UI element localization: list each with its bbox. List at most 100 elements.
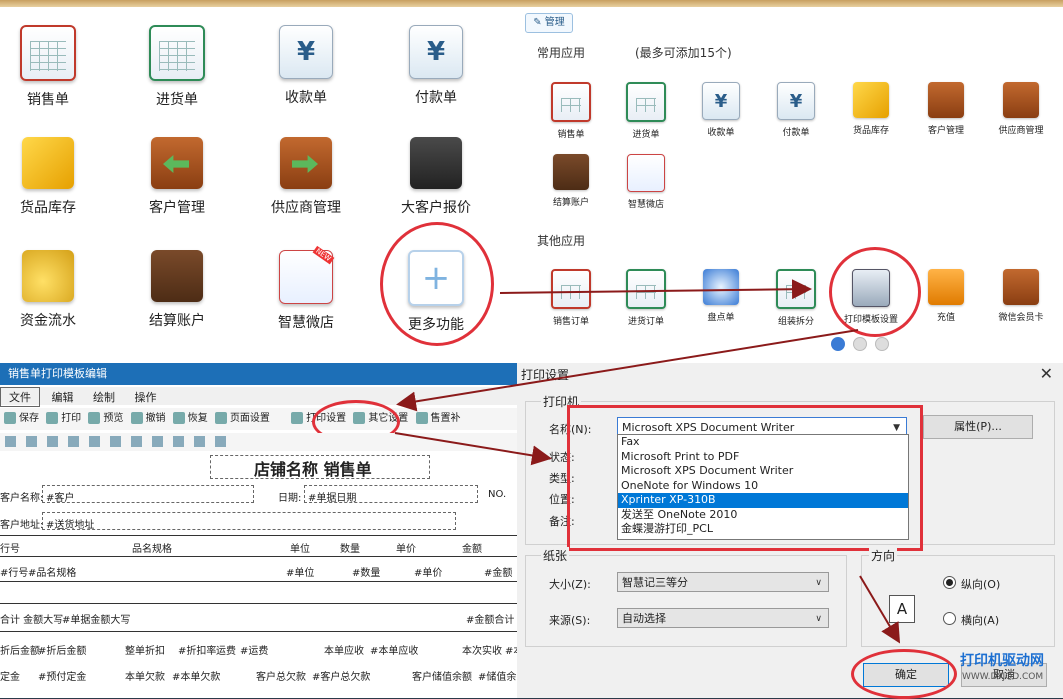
page-dot[interactable] bbox=[875, 337, 889, 351]
common-app[interactable]: ¥ 付款单 bbox=[759, 82, 833, 138]
properties-button[interactable]: 属性(P)... bbox=[923, 415, 1033, 439]
app-label: 客户管理 bbox=[149, 200, 205, 216]
app-label: 盘点单 bbox=[707, 313, 735, 323]
app-vip-quote[interactable]: 大客户报价 bbox=[381, 137, 491, 217]
app-inventory[interactable]: 货品库存 bbox=[0, 137, 103, 217]
other-app[interactable]: 进货订单 bbox=[609, 269, 683, 327]
app-label: 收款单 bbox=[707, 128, 735, 138]
grid-line bbox=[0, 581, 517, 582]
col-header: 单位 bbox=[290, 544, 310, 555]
page-orientation-icon: A bbox=[889, 595, 915, 623]
sales-doc-icon bbox=[20, 25, 76, 81]
app-cash-flow[interactable]: 资金流水 bbox=[0, 250, 103, 330]
purchase-order-icon bbox=[626, 269, 666, 309]
other-app[interactable]: 盘点单 bbox=[684, 269, 758, 323]
app-label: 销售单 bbox=[27, 92, 69, 108]
common-app[interactable]: 销售单 bbox=[534, 82, 608, 140]
undo-button[interactable]: 撤销 bbox=[130, 408, 166, 430]
app-label: 货品库存 bbox=[20, 200, 76, 216]
page-dot[interactable] bbox=[853, 337, 867, 351]
coins-icon bbox=[22, 250, 74, 302]
watermark-title: 打印机驱动网 bbox=[960, 653, 1044, 669]
highlight-circle bbox=[851, 649, 957, 699]
customer-label: 客户名称: bbox=[0, 493, 44, 504]
app-label: 资金流水 bbox=[20, 313, 76, 329]
preview-button[interactable]: 预览 bbox=[88, 408, 123, 430]
app-label: 组装拆分 bbox=[777, 317, 814, 327]
menu-operate[interactable]: 操作 bbox=[127, 388, 165, 406]
tool-icon[interactable] bbox=[68, 436, 79, 447]
print-settings-dialog: 打印设置 ✕ 打印机 名称(N): Microsoft XPS Document… bbox=[517, 363, 1063, 699]
tool-icon[interactable] bbox=[215, 436, 226, 447]
footer-cell: 折后金额 bbox=[0, 646, 40, 657]
menu-edit[interactable]: 编辑 bbox=[44, 388, 82, 406]
new-badge: NEW bbox=[312, 245, 335, 265]
redo-button[interactable]: 恢复 bbox=[172, 408, 208, 430]
common-app[interactable]: 进货单 bbox=[609, 82, 683, 140]
app-label: 供应商管理 bbox=[271, 200, 341, 216]
portrait-radio[interactable] bbox=[943, 576, 956, 589]
tool-icon[interactable] bbox=[173, 436, 184, 447]
report-title: 店铺名称 销售单 bbox=[254, 460, 372, 479]
grid-line bbox=[0, 535, 517, 536]
payment-yen-icon: ¥ bbox=[777, 82, 815, 120]
app-label: 付款单 bbox=[782, 128, 810, 138]
sales-doc-icon bbox=[551, 82, 591, 122]
close-icon[interactable]: ✕ bbox=[1040, 364, 1053, 383]
page-indicator bbox=[831, 337, 897, 354]
app-customer[interactable]: 客户管理 bbox=[122, 137, 232, 217]
app-sales-order[interactable]: 销售单 bbox=[0, 25, 103, 109]
footer-cell: 本次实收 bbox=[462, 646, 502, 657]
no-label: NO. bbox=[488, 489, 507, 500]
total-label: 合计 金额大写 bbox=[0, 615, 64, 626]
tool-icon[interactable] bbox=[110, 436, 121, 447]
footer-cell: #折扣率 bbox=[178, 646, 217, 657]
app-label: 销售订单 bbox=[552, 317, 589, 327]
footer-cell: 定金 bbox=[0, 672, 20, 683]
common-app[interactable]: 供应商管理 bbox=[984, 82, 1058, 136]
common-app[interactable]: 智慧微店 bbox=[609, 154, 683, 210]
paper-group-title: 纸张 bbox=[541, 547, 570, 564]
footer-cell: 客户总欠款 bbox=[256, 672, 306, 683]
app-purchase-order[interactable]: 进货单 bbox=[122, 25, 232, 109]
app-settlement-account[interactable]: 结算账户 bbox=[122, 250, 232, 330]
tool-icon[interactable] bbox=[152, 436, 163, 447]
editor-toolbar: 保存 打印 预览 撤销 恢复 页面设置 打印设置 其它设置 售置补 bbox=[0, 408, 517, 430]
app-smart-shop[interactable]: NEW 智慧微店 bbox=[251, 245, 361, 332]
app-receipt[interactable]: ¥ 收款单 bbox=[251, 25, 361, 107]
tool-icon[interactable] bbox=[5, 436, 16, 447]
app-label: 进货单 bbox=[156, 92, 198, 108]
tool-icon[interactable] bbox=[26, 436, 37, 447]
customer-value: #客户 bbox=[46, 493, 75, 504]
common-app[interactable]: ¥ 收款单 bbox=[684, 82, 758, 138]
other-app[interactable]: 销售订单 bbox=[534, 269, 608, 327]
tool-icon[interactable] bbox=[194, 436, 205, 447]
common-apps-hint: (最多可添加15个) bbox=[635, 46, 732, 60]
app-label: 收款单 bbox=[285, 90, 327, 106]
tool-icon[interactable] bbox=[89, 436, 100, 447]
common-app[interactable]: 货品库存 bbox=[834, 82, 908, 136]
menu-draw[interactable]: 绘制 bbox=[85, 388, 123, 406]
common-app[interactable]: 结算账户 bbox=[534, 154, 608, 208]
page-setup-button[interactable]: 页面设置 bbox=[214, 408, 270, 430]
app-payment[interactable]: ¥ 付款单 bbox=[381, 25, 491, 107]
address-field[interactable] bbox=[42, 512, 456, 530]
landscape-radio[interactable] bbox=[943, 612, 956, 625]
save-button[interactable]: 保存 bbox=[4, 408, 39, 430]
other-app[interactable]: 组装拆分 bbox=[759, 269, 833, 327]
common-apps-title: 常用应用 bbox=[537, 46, 586, 60]
tool-icon[interactable] bbox=[47, 436, 58, 447]
footer-cell: #客户总欠款 bbox=[312, 672, 371, 683]
tool-icon[interactable] bbox=[131, 436, 142, 447]
other-app[interactable]: 微信会员卡 bbox=[984, 269, 1058, 323]
app-supplier[interactable]: 供应商管理 bbox=[251, 137, 361, 217]
menu-file[interactable]: 文件 bbox=[0, 387, 40, 407]
manage-button[interactable]: ✎ 管理 bbox=[525, 13, 573, 33]
common-app[interactable]: 客户管理 bbox=[909, 82, 983, 136]
source-select[interactable]: 自动选择 ∨ bbox=[617, 608, 829, 628]
total-amount: #金额合计 bbox=[466, 615, 515, 626]
size-select[interactable]: 智慧记三等分 ∨ bbox=[617, 572, 829, 592]
extra-button[interactable]: 售置补 bbox=[415, 408, 461, 430]
print-button[interactable]: 打印 bbox=[46, 408, 81, 430]
page-dot[interactable] bbox=[831, 337, 845, 351]
